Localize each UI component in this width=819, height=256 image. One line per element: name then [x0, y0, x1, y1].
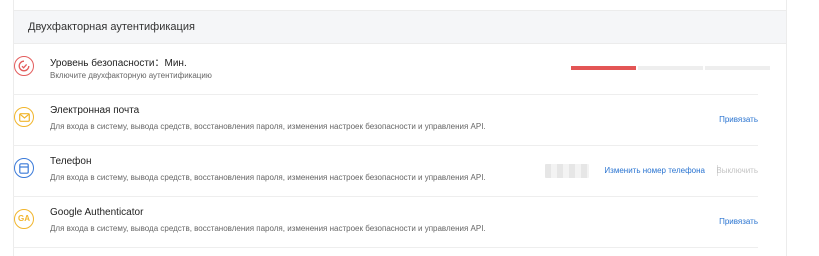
security-strength-meter	[571, 66, 770, 70]
envelope-icon	[14, 107, 34, 127]
phone-row: Телефон Для входа в систему, вывода сред…	[13, 146, 758, 197]
ga-icon-text: GA	[18, 214, 30, 223]
google-authenticator-desc: Для входа в систему, вывода средств, вос…	[50, 224, 486, 233]
phone-icon	[14, 158, 34, 178]
security-shield-icon	[14, 56, 34, 76]
email-title: Электронная почта	[50, 105, 140, 116]
change-phone-link[interactable]: Изменить номер телефона	[604, 166, 705, 175]
phone-desc: Для входа в систему, вывода средств, вос…	[50, 173, 486, 182]
security-level-row: Уровень безопасности：Мин. Включите двухф…	[13, 44, 770, 95]
google-authenticator-icon: GA	[14, 209, 34, 229]
google-authenticator-row: GA Google Authenticator Для входа в сист…	[13, 197, 758, 248]
google-authenticator-title: Google Authenticator	[50, 207, 144, 218]
security-level-hint: Включите двухфакторную аутентификацию	[50, 71, 212, 80]
email-desc: Для входа в систему, вывода средств, вос…	[50, 122, 486, 131]
email-bind-link[interactable]: Привязать	[719, 115, 758, 124]
security-level-title: Уровень безопасности：Мин.	[50, 58, 187, 69]
section-title: Двухфакторная аутентификация	[28, 21, 195, 33]
meter-segment-1	[571, 66, 636, 70]
card-top-border	[13, 0, 787, 10]
phone-title: Телефон	[50, 156, 92, 167]
section-header: Двухфакторная аутентификация	[14, 11, 786, 44]
meter-segment-2	[638, 66, 703, 70]
email-row: Электронная почта Для входа в систему, в…	[13, 95, 758, 146]
disable-phone-link[interactable]: Выключить	[716, 166, 758, 175]
meter-segment-3	[705, 66, 770, 70]
masked-phone-number	[545, 164, 589, 178]
google-authenticator-bind-link[interactable]: Привязать	[719, 217, 758, 226]
